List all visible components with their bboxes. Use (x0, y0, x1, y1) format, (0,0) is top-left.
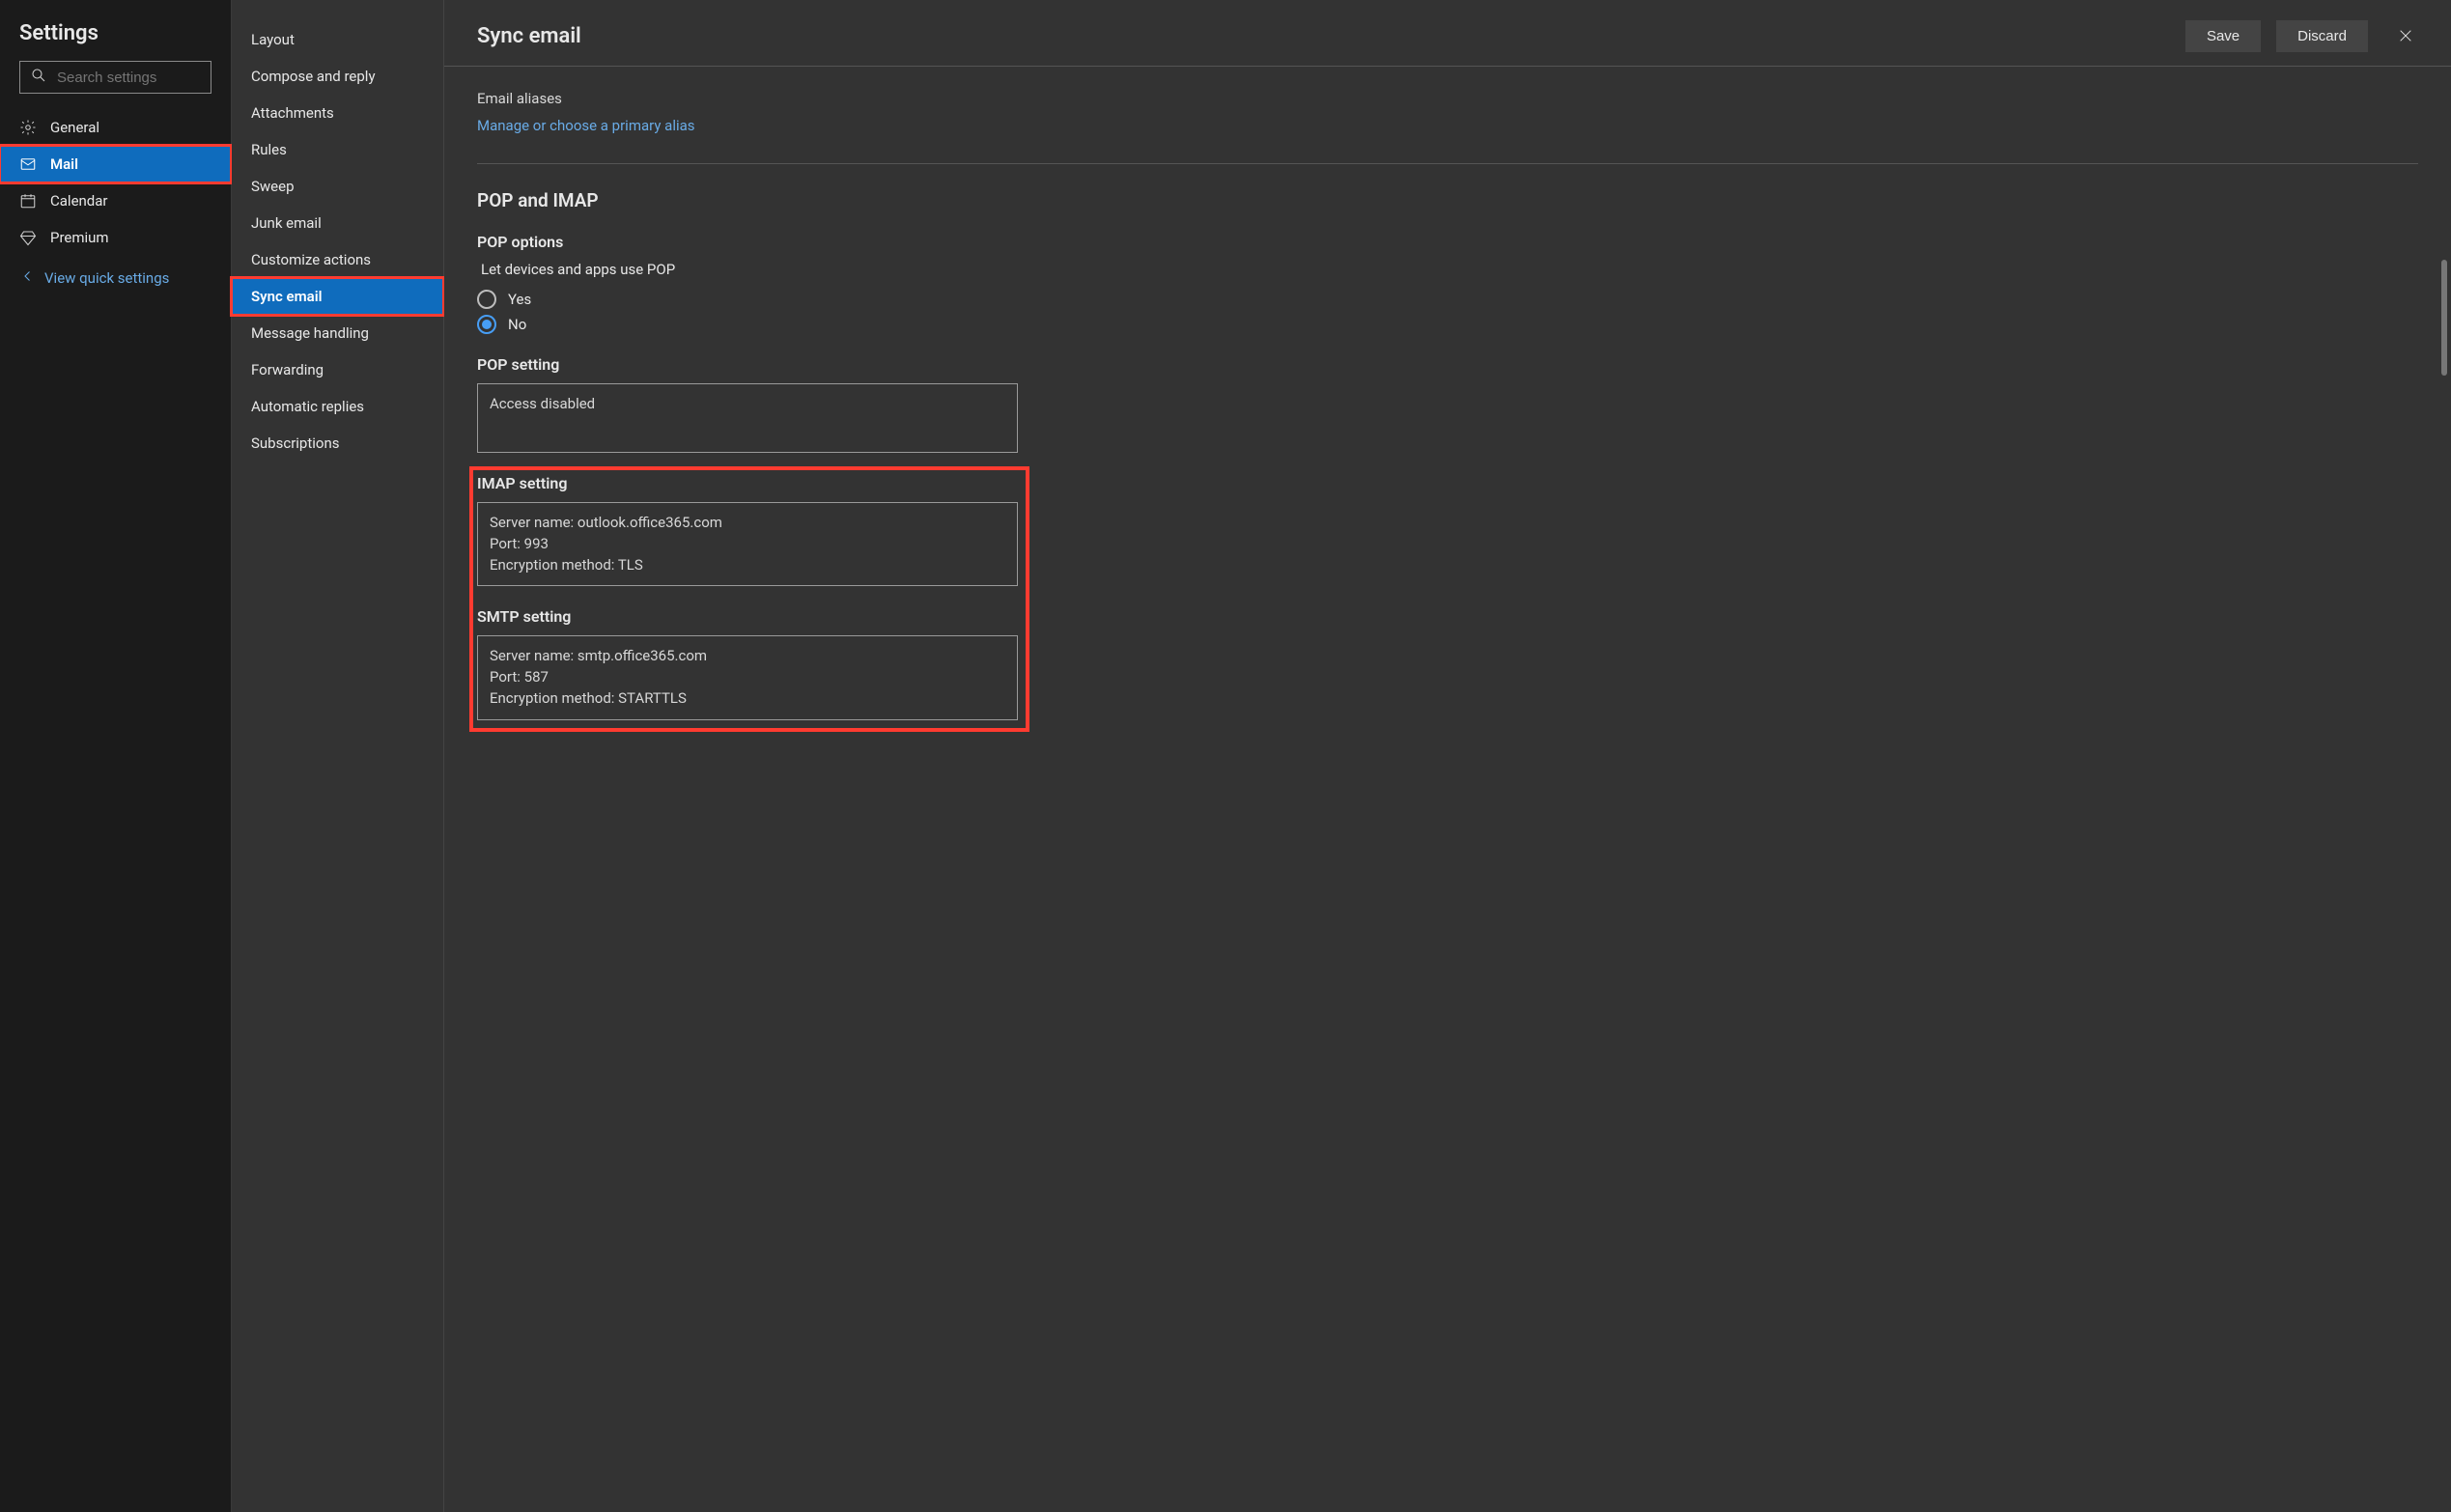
pop-radio-yes[interactable]: Yes (477, 290, 2418, 309)
sidebar-item-label: Mail (50, 155, 78, 173)
sidebar-item-label: Premium (50, 229, 109, 246)
gear-icon (19, 119, 37, 136)
imap-setting-label: IMAP setting (477, 474, 1018, 492)
sidebar-item-premium[interactable]: Premium (0, 219, 231, 256)
pop-imap-heading: POP and IMAP (477, 189, 2418, 211)
search-icon (30, 67, 47, 88)
subnav-item-forwarding[interactable]: Forwarding (232, 351, 443, 388)
settings-sidebar: Settings General Mail Calendar Premium View… (0, 0, 232, 1512)
pop-options-label: POP options (477, 233, 2418, 251)
subnav-item-sync[interactable]: Sync email (232, 278, 443, 315)
pop-setting-box: Access disabled (477, 383, 1018, 453)
subnav-item-compose[interactable]: Compose and reply (232, 58, 443, 95)
page-heading: Sync email (477, 24, 2170, 48)
subnav-item-subscriptions[interactable]: Subscriptions (232, 425, 443, 462)
pop-radio-no[interactable]: No (477, 315, 2418, 334)
subnav-item-attachments[interactable]: Attachments (232, 95, 443, 131)
sidebar-item-label: Calendar (50, 192, 108, 210)
pop-toggle-label: Let devices and apps use POP (481, 261, 2418, 278)
search-input[interactable] (57, 70, 249, 86)
quick-settings-label: View quick settings (44, 269, 169, 287)
radio-indicator (477, 290, 496, 309)
smtp-setting-label: SMTP setting (477, 607, 1018, 626)
imap-setting-box: Server name: outlook.office365.com Port:… (477, 502, 1018, 586)
view-quick-settings-link[interactable]: View quick settings (0, 256, 231, 300)
mail-icon (19, 155, 37, 173)
divider (477, 163, 2418, 164)
subnav-item-customize[interactable]: Customize actions (232, 241, 443, 278)
subnav-item-sweep[interactable]: Sweep (232, 168, 443, 205)
subnav-item-layout[interactable]: Layout (232, 21, 443, 58)
calendar-icon (19, 192, 37, 210)
subnav-item-rules[interactable]: Rules (232, 131, 443, 168)
settings-title: Settings (0, 14, 231, 61)
content-scroll[interactable]: Email aliases Manage or choose a primary… (444, 67, 2451, 1512)
mail-settings-subnav: LayoutCompose and replyAttachmentsRulesS… (232, 0, 444, 1512)
radio-indicator (477, 315, 496, 334)
diamond-icon (19, 229, 37, 246)
sidebar-item-label: General (50, 119, 99, 136)
search-box[interactable] (19, 61, 211, 94)
pop-setting-label: POP setting (477, 355, 2418, 374)
subnav-item-junk[interactable]: Junk email (232, 205, 443, 241)
discard-button[interactable]: Discard (2276, 20, 2368, 52)
save-button[interactable]: Save (2185, 20, 2261, 52)
sidebar-item-general[interactable]: General (0, 109, 231, 146)
subnav-item-message-handling[interactable]: Message handling (232, 315, 443, 351)
sidebar-item-calendar[interactable]: Calendar (0, 182, 231, 219)
smtp-setting-box: Server name: smtp.office365.com Port: 58… (477, 635, 1018, 719)
close-button[interactable] (2389, 19, 2422, 52)
chevron-left-icon (19, 267, 37, 289)
radio-no-label: No (508, 316, 526, 333)
scrollbar-thumb[interactable] (2441, 260, 2447, 376)
main-header: Sync email Save Discard (444, 0, 2451, 67)
email-aliases-label: Email aliases (477, 90, 2418, 107)
main-panel: Sync email Save Discard Email aliases Ma… (444, 0, 2451, 1512)
radio-yes-label: Yes (508, 291, 531, 308)
subnav-item-auto-replies[interactable]: Automatic replies (232, 388, 443, 425)
manage-alias-link[interactable]: Manage or choose a primary alias (477, 117, 2418, 134)
sidebar-item-mail[interactable]: Mail (0, 146, 231, 182)
